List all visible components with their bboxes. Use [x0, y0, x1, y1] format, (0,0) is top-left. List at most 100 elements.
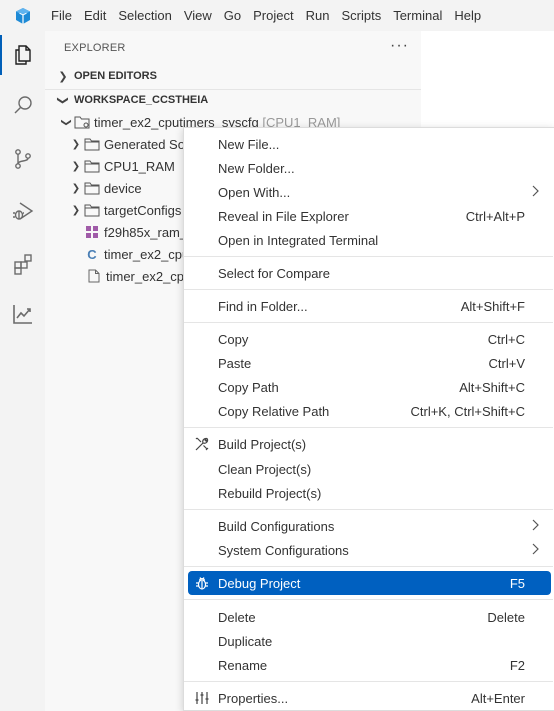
chevron-right-icon: ❯ — [71, 160, 81, 172]
folder-icon — [83, 202, 101, 218]
shortcut-label: Alt+Enter — [471, 690, 525, 706]
paste-item[interactable]: Paste Ctrl+V — [188, 351, 551, 375]
menu-item-label: Select for Compare — [218, 265, 330, 281]
menu-bar: File Edit Selection View Go Project Run … — [0, 0, 554, 31]
c-file-icon: C — [87, 246, 97, 262]
menu-view[interactable]: View — [178, 0, 218, 31]
shortcut-label: Alt+Shift+F — [460, 298, 525, 314]
workspace-section[interactable]: ❯ WORKSPACE_CCSTHEIA — [45, 89, 421, 111]
menu-help[interactable]: Help — [448, 0, 487, 31]
explorer-title: EXPLORER — [64, 42, 126, 54]
menu-go[interactable]: Go — [218, 0, 247, 31]
chevron-down-icon: ❯ — [56, 95, 69, 105]
tree-item-label: CPU1_RAM — [104, 158, 175, 174]
tree-item-label: device — [104, 180, 142, 196]
copy-relative-path-item[interactable]: Copy Relative Path Ctrl+K, Ctrl+Shift+C — [188, 399, 551, 423]
folder-icon — [83, 180, 101, 196]
chevron-right-icon: ❯ — [71, 204, 81, 216]
menu-edit[interactable]: Edit — [78, 0, 112, 31]
open-editors-section[interactable]: ❯ OPEN EDITORS — [45, 65, 421, 87]
menu-terminal[interactable]: Terminal — [387, 0, 448, 31]
menu-project[interactable]: Project — [247, 0, 299, 31]
menu-item-label: Clean Project(s) — [218, 461, 312, 477]
menu-separator — [184, 566, 553, 567]
menu-item-label: Paste — [218, 355, 252, 371]
select-for-compare-item[interactable]: Select for Compare — [188, 261, 551, 285]
menu-separator — [184, 681, 553, 682]
duplicate-item[interactable]: Duplicate — [188, 629, 551, 653]
settings-sliders-icon — [194, 690, 210, 706]
folder-icon — [83, 136, 101, 152]
reveal-in-explorer-item[interactable]: Reveal in File Explorer Ctrl+Alt+P — [188, 204, 551, 228]
menu-scripts[interactable]: Scripts — [335, 0, 387, 31]
open-editors-label: OPEN EDITORS — [74, 70, 157, 82]
shortcut-label: Ctrl+K, Ctrl+Shift+C — [410, 403, 525, 419]
menu-item-label: Rebuild Project(s) — [218, 485, 322, 501]
menu-item-label: Reveal in File Explorer — [218, 208, 349, 224]
folder-icon — [83, 158, 101, 174]
files-icon[interactable] — [0, 31, 45, 79]
open-with-item[interactable]: Open With... — [188, 180, 551, 204]
menu-item-label: New File... — [218, 136, 280, 152]
menu-run[interactable]: Run — [300, 0, 336, 31]
new-folder-item[interactable]: New Folder... — [188, 156, 551, 180]
menu-item-label: System Configurations — [218, 542, 349, 558]
chevron-right-icon: ❯ — [71, 138, 81, 150]
extensions-icon[interactable] — [0, 240, 45, 288]
more-actions-button[interactable]: ··· — [390, 37, 409, 55]
menu-separator — [184, 599, 553, 600]
find-in-folder-item[interactable]: Find in Folder... Alt+Shift+F — [188, 294, 551, 318]
rebuild-projects-item[interactable]: Rebuild Project(s) — [188, 481, 551, 505]
menu-item-label: Find in Folder... — [218, 298, 308, 314]
shortcut-label: F5 — [509, 575, 525, 591]
menu-separator — [184, 509, 553, 510]
menu-item-label: Build Project(s) — [218, 436, 307, 452]
menu-item-label: Duplicate — [218, 633, 273, 649]
file-icon — [85, 268, 103, 284]
delete-item[interactable]: Delete Delete — [188, 605, 551, 629]
menu-item-label: Copy — [218, 331, 249, 347]
chevron-down-icon: ❯ — [60, 117, 72, 127]
chevron-right-icon: ❯ — [58, 70, 68, 83]
shortcut-label: Ctrl+V — [488, 355, 525, 371]
chevron-right-icon: ❯ — [71, 182, 81, 194]
menu-item-label: Copy Relative Path — [218, 403, 330, 419]
chevron-right-icon — [531, 519, 539, 534]
menu-selection[interactable]: Selection — [112, 0, 177, 31]
tree-item-label: targetConfigs — [104, 202, 182, 218]
chart-icon[interactable] — [0, 290, 45, 338]
copy-path-item[interactable]: Copy Path Alt+Shift+C — [188, 375, 551, 399]
debug-project-item[interactable]: Debug Project F5 — [188, 571, 551, 595]
menu-item-label: New Folder... — [218, 160, 295, 176]
menu-item-label: Debug Project — [218, 575, 301, 591]
wrench-screwdriver-icon — [194, 436, 210, 452]
project-folder-icon — [73, 114, 91, 130]
menu-item-label: Delete — [218, 609, 256, 625]
cube-logo-icon — [0, 0, 45, 31]
workspace-label: WORKSPACE_CCSTHEIA — [74, 94, 209, 106]
run-debug-icon[interactable] — [0, 187, 45, 235]
linker-file-icon — [83, 224, 101, 240]
menu-item-label: Copy Path — [218, 379, 279, 395]
menu-item-label: Build Configurations — [218, 518, 335, 534]
build-configurations-item[interactable]: Build Configurations — [188, 514, 551, 538]
properties-item[interactable]: Properties... Alt+Enter — [188, 686, 551, 710]
new-file-item[interactable]: New File... — [188, 132, 551, 156]
open-terminal-item[interactable]: Open in Integrated Terminal — [188, 228, 551, 252]
context-menu: New File... New Folder... Open With... R… — [183, 127, 554, 711]
activity-bar — [0, 31, 45, 711]
copy-item[interactable]: Copy Ctrl+C — [188, 327, 551, 351]
shortcut-label: Ctrl+C — [487, 331, 525, 347]
shortcut-label: Ctrl+Alt+P — [465, 208, 525, 224]
source-control-icon[interactable] — [0, 135, 45, 183]
chevron-right-icon — [531, 543, 539, 558]
menu-separator — [184, 256, 553, 257]
system-configurations-item[interactable]: System Configurations — [188, 538, 551, 562]
build-projects-item[interactable]: Build Project(s) — [188, 432, 551, 456]
menu-item-label: Properties... — [218, 690, 289, 706]
menu-file[interactable]: File — [45, 0, 78, 31]
search-icon[interactable] — [0, 81, 45, 129]
clean-projects-item[interactable]: Clean Project(s) — [188, 457, 551, 481]
rename-item[interactable]: Rename F2 — [188, 653, 551, 677]
chevron-right-icon — [531, 185, 539, 200]
